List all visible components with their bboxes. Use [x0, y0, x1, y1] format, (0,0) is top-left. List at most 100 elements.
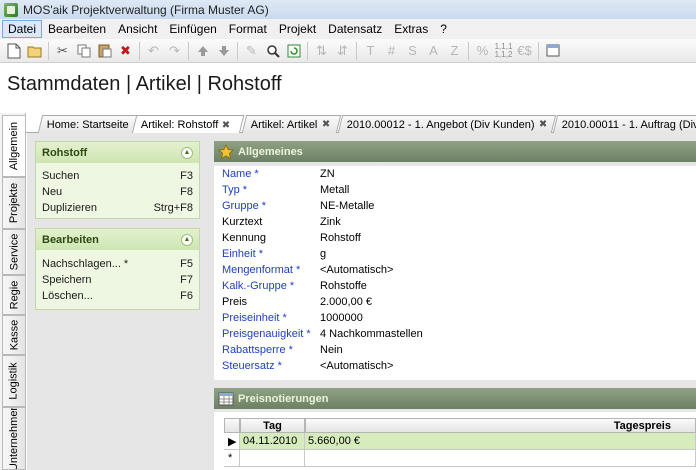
collapse-icon[interactable]: ▲ — [181, 233, 193, 246]
find-icon[interactable] — [262, 41, 283, 61]
field-value[interactable]: 4 Nachkommastellen — [320, 328, 423, 340]
field-label[interactable]: Rabattsperre * — [222, 344, 293, 356]
field-kurztext[interactable]: Kurztext Zink — [214, 214, 696, 230]
menu-format[interactable]: Format — [223, 20, 273, 38]
field-label[interactable]: Preiseinheit * — [222, 312, 287, 324]
menu-projekt[interactable]: Projekt — [273, 20, 322, 38]
panel-header[interactable]: Bearbeiten ▲ — [36, 229, 199, 250]
side-tab-regie[interactable]: Regie — [2, 275, 25, 315]
collapse-icon[interactable]: ▲ — [181, 146, 193, 159]
field-value[interactable]: <Automatisch> — [320, 360, 393, 372]
field-steuersatz[interactable]: Steuersatz * <Automatisch> — [214, 358, 696, 374]
field-value[interactable]: 1000000 — [320, 312, 363, 324]
panel-header[interactable]: Rohstoff ▲ — [36, 142, 199, 163]
column-header-tagespreis[interactable]: Tagespreis — [305, 418, 696, 433]
sort-az-icon[interactable]: ⇅ — [311, 41, 332, 61]
copy-icon[interactable] — [73, 41, 94, 61]
format-z-button[interactable]: Z — [444, 41, 465, 61]
field-typ[interactable]: Typ * Metall — [214, 182, 696, 198]
window-icon[interactable] — [542, 41, 563, 61]
field-value[interactable]: Metall — [320, 184, 349, 196]
menu-datensatz[interactable]: Datensatz — [322, 20, 388, 38]
close-icon[interactable]: ✖ — [322, 119, 330, 130]
doc-tab-artikel-rohstoff[interactable]: Artikel: Rohstoff ✖ — [131, 115, 245, 134]
field-einheit[interactable]: Einheit * g — [214, 246, 696, 262]
doc-tab-artikel-artikel[interactable]: Artikel: Artikel ✖ — [241, 115, 342, 133]
redo-icon[interactable]: ↷ — [164, 41, 185, 61]
format-s-button[interactable]: S — [402, 41, 423, 61]
arrow-down-icon[interactable] — [213, 41, 234, 61]
cut-icon[interactable]: ✂ — [52, 41, 73, 61]
field-label[interactable]: Typ * — [222, 184, 247, 196]
side-tab-service[interactable]: Service — [2, 229, 25, 275]
field-value[interactable]: <Automatisch> — [320, 264, 393, 276]
side-tab-allgemein[interactable]: Allgemein — [2, 115, 25, 177]
action-suchen[interactable]: Suchen F3 — [36, 168, 199, 184]
doc-tab-angebot[interactable]: 2010.00012 - 1. Angebot (Div Kunden) ✖ — [337, 115, 557, 133]
field-value[interactable]: Rohstoffe — [320, 280, 367, 292]
field-kennung[interactable]: Kennung Rohstoff — [214, 230, 696, 246]
delete-icon[interactable]: ✖ — [115, 41, 136, 61]
doc-tab-startseite[interactable]: Home: Startseite — [37, 115, 139, 133]
sort-za-icon[interactable]: ⇵ — [332, 41, 353, 61]
field-name[interactable]: Name * ZN — [214, 166, 696, 182]
refresh-icon[interactable] — [283, 41, 304, 61]
cell-tag-new[interactable] — [240, 450, 305, 467]
side-tab-kasse[interactable]: Kasse — [2, 315, 25, 355]
field-value[interactable]: g — [320, 248, 326, 260]
format-number-button[interactable]: # — [381, 41, 402, 61]
field-preiseinheit[interactable]: Preiseinheit * 1000000 — [214, 310, 696, 326]
field-label[interactable]: Name * — [222, 168, 259, 180]
menu-ansicht[interactable]: Ansicht — [112, 20, 163, 38]
field-label[interactable]: Einheit * — [222, 248, 263, 260]
percent-button[interactable]: % — [472, 41, 493, 61]
side-tab-unternehmer[interactable]: Unternehmer — [2, 407, 25, 470]
field-kalk-gruppe[interactable]: Kalk.-Gruppe * Rohstoffe — [214, 278, 696, 294]
field-label[interactable]: Preisgenauigkeit * — [222, 328, 311, 340]
field-value[interactable]: Zink — [320, 216, 341, 228]
cell-tagespreis[interactable]: 5.660,00 € — [305, 433, 696, 450]
field-preis[interactable]: Preis 2.000,00 € — [214, 294, 696, 310]
field-label[interactable]: Steuersatz * — [222, 360, 282, 372]
undo-icon[interactable]: ↶ — [143, 41, 164, 61]
menu-einfuegen[interactable]: Einfügen — [163, 20, 222, 38]
action-duplizieren[interactable]: Duplizieren Strg+F8 — [36, 200, 199, 216]
side-tab-projekte[interactable]: Projekte — [2, 177, 25, 229]
menu-help[interactable]: ? — [434, 20, 453, 38]
format-a-button[interactable]: A — [423, 41, 444, 61]
field-mengenformat[interactable]: Mengenformat * <Automatisch> — [214, 262, 696, 278]
field-value[interactable]: NE-Metalle — [320, 200, 374, 212]
action-neu[interactable]: Neu F8 — [36, 184, 199, 200]
action-loeschen[interactable]: Löschen... F6 — [36, 288, 199, 304]
field-gruppe[interactable]: Gruppe * NE-Metalle — [214, 198, 696, 214]
field-value[interactable]: Nein — [320, 344, 343, 356]
side-tab-logistik[interactable]: Logistik — [2, 355, 25, 407]
format-text-button[interactable]: T — [360, 41, 381, 61]
paste-icon[interactable] — [94, 41, 115, 61]
field-value[interactable]: Rohstoff — [320, 232, 361, 244]
currency-button[interactable]: €$ — [514, 41, 535, 61]
cell-tagespreis-new[interactable] — [305, 450, 696, 467]
field-value[interactable]: 2.000,00 € — [320, 296, 372, 308]
field-label[interactable]: Kalk.-Gruppe * — [222, 280, 294, 292]
menu-extras[interactable]: Extras — [388, 20, 434, 38]
close-icon[interactable]: ✖ — [539, 119, 547, 130]
field-label[interactable]: Mengenformat * — [222, 264, 300, 276]
new-document-icon[interactable] — [3, 41, 24, 61]
menu-datei[interactable]: Datei — [2, 20, 43, 38]
field-label[interactable]: Gruppe * — [222, 200, 266, 212]
numbering-button[interactable]: 1,1,1 1,1,2 — [493, 41, 514, 61]
doc-tab-auftrag[interactable]: 2010.00011 - 1. Auftrag (Div — [552, 115, 696, 133]
close-icon[interactable]: ✖ — [222, 120, 230, 131]
action-nachschlagen[interactable]: Nachschlagen... * F5 — [36, 256, 199, 272]
cell-tag[interactable]: 04.11.2010 — [240, 433, 305, 450]
arrow-up-icon[interactable] — [192, 41, 213, 61]
open-folder-icon[interactable] — [24, 41, 45, 61]
action-speichern[interactable]: Speichern F7 — [36, 272, 199, 288]
column-header-tag[interactable]: Tag — [240, 418, 305, 433]
pencil-icon[interactable]: ✎ — [241, 41, 262, 61]
field-preisgenauigkeit[interactable]: Preisgenauigkeit * 4 Nachkommastellen — [214, 326, 696, 342]
field-rabattsperre[interactable]: Rabattsperre * Nein — [214, 342, 696, 358]
field-value[interactable]: ZN — [320, 168, 335, 180]
menu-bearbeiten[interactable]: Bearbeiten — [42, 20, 112, 38]
